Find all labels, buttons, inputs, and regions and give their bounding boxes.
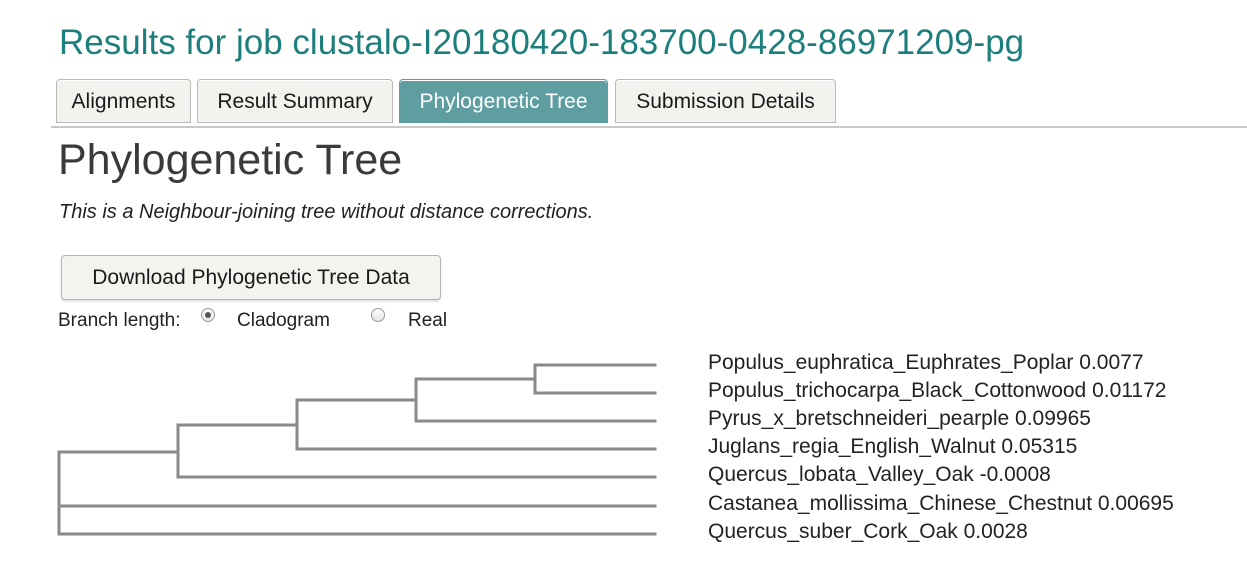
leaf-label: Pyrus_x_bretschneideri_pearple 0.09965 <box>708 407 1091 430</box>
results-page: Results for job clustalo-I20180420-18370… <box>0 0 1247 587</box>
leaf-label: Populus_trichocarpa_Black_Cottonwood 0.0… <box>708 379 1167 402</box>
leaf-label: Quercus_suber_Cork_Oak 0.0028 <box>708 520 1028 543</box>
leaf-label: Castanea_mollissima_Chinese_Chestnut 0.0… <box>708 492 1174 515</box>
leaf-label: Juglans_regia_English_Walnut 0.05315 <box>708 435 1078 458</box>
leaf-label: Quercus_lobata_Valley_Oak -0.0008 <box>708 463 1051 486</box>
leaf-label: Populus_euphratica_Euphrates_Poplar 0.00… <box>708 351 1144 374</box>
